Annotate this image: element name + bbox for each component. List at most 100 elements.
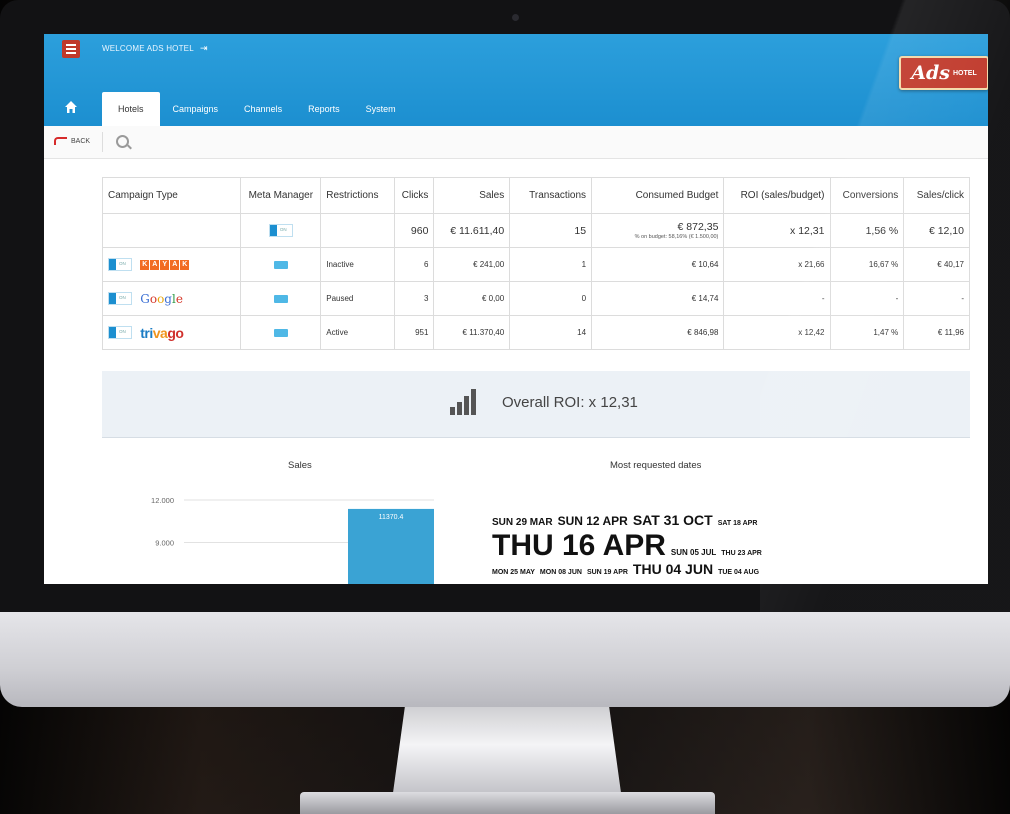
requested-date: MON 08 JUN <box>539 569 582 576</box>
back-label: BACK <box>71 137 91 145</box>
summary-meta-cell: ON <box>240 213 322 248</box>
back-button[interactable]: BACK <box>54 137 90 145</box>
keyboard-icon[interactable] <box>273 328 288 337</box>
sales-cell: € 11.370,40 <box>433 315 511 350</box>
transactions-cell: 1 <box>509 247 593 282</box>
summary-conversions: 1,56 % <box>829 213 905 248</box>
requested-date: SUN 29 MAR <box>492 517 553 528</box>
toolbar-divider <box>102 132 103 152</box>
meta-cell <box>240 281 322 316</box>
clicks-cell: 6 <box>394 247 435 282</box>
requested-date: SUN 05 JUL <box>670 548 717 557</box>
sales-click-cell: - <box>903 281 970 316</box>
transactions-cell: 14 <box>509 315 593 350</box>
main-tabs: Hotels Campaigns Channels Reports System <box>102 92 409 126</box>
sales-click-cell: € 11,96 <box>903 315 970 350</box>
table-header-row: Campaign Type Meta Manager Restrictions … <box>101 177 970 214</box>
search-icon[interactable] <box>116 135 129 148</box>
date-cloud-row: MON 25 MAY MON 08 JUN SUN 19 APR THU 04 JUN… <box>492 561 852 580</box>
tab-system[interactable]: System <box>353 92 409 126</box>
toggle-label: ON <box>119 261 126 266</box>
requested-date: THU 16 APR <box>492 529 666 562</box>
table-row: ON Google Paused 3 € 0,00 0 € 14,74 - - … <box>101 281 970 316</box>
roi-cell: x 21,66 <box>723 247 831 282</box>
ads-hotel-logo: Ads HOTEL <box>899 56 988 90</box>
kayak-letter: A <box>150 259 160 270</box>
camera-icon <box>512 14 519 21</box>
meta-manager-toggle[interactable]: ON <box>268 224 293 237</box>
roi-cell: x 12,42 <box>723 315 831 350</box>
channel-toggle[interactable]: ON <box>108 258 132 271</box>
meta-cell <box>240 315 322 350</box>
col-clicks[interactable]: Clicks <box>394 177 435 214</box>
bar-chart-icon <box>450 389 476 415</box>
welcome-text: WELCOME ADS HOTEL ⇥ <box>102 43 208 54</box>
logout-icon[interactable]: ⇥ <box>200 43 208 54</box>
tab-hotels[interactable]: Hotels <box>102 92 160 126</box>
summary-campaign-cell <box>101 213 242 248</box>
clicks-cell: 3 <box>394 281 435 316</box>
col-sales[interactable]: Sales <box>433 177 511 214</box>
requested-date: THU 23 APR <box>721 550 762 557</box>
requested-date: SAT 31 OCT <box>632 512 713 528</box>
back-arrow-icon <box>54 137 67 145</box>
requested-date: SUN 19 APR <box>586 569 628 576</box>
requested-date: MON 25 MAY <box>492 569 535 576</box>
requested-date: TUE 04 AUG <box>718 569 760 576</box>
logo-main-text: Ads <box>911 62 950 84</box>
sales-click-cell: € 40,17 <box>903 247 970 282</box>
summary-transactions: 15 <box>509 213 593 248</box>
y-tick-label: 12.000 <box>151 496 174 505</box>
bar-value-label: 11370.4 <box>379 514 404 521</box>
col-campaign-type[interactable]: Campaign Type <box>101 177 242 214</box>
tab-campaigns[interactable]: Campaigns <box>160 92 232 126</box>
conversions-cell: - <box>829 281 905 316</box>
kayak-logo: KAYAK <box>140 259 190 270</box>
sales-chart: 12.000 9.000 11370.4 <box>151 496 434 584</box>
trivago-channel-cell: ON trivago <box>101 315 242 350</box>
restriction-cell: Paused <box>320 281 396 316</box>
keyboard-icon[interactable] <box>273 294 288 303</box>
toggle-label: ON <box>119 329 126 334</box>
monitor-stand-base <box>300 792 715 814</box>
requested-date: SAT 18 APR <box>717 520 758 527</box>
tab-channels[interactable]: Channels <box>231 92 295 126</box>
summary-consumed-budget: € 872,35 % on budget: 58,16% (€ 1.500,00… <box>591 213 725 248</box>
col-transactions[interactable]: Transactions <box>509 177 593 214</box>
col-roi[interactable]: ROI (sales/budget) <box>723 177 831 214</box>
hamburger-menu-button[interactable] <box>62 40 80 58</box>
monitor-stand <box>392 700 622 800</box>
col-restrictions[interactable]: Restrictions <box>320 177 396 214</box>
restriction-cell: Active <box>320 315 396 350</box>
budget-note: % on budget: 58,16% (€ 1.500,00) <box>634 234 719 240</box>
channel-toggle[interactable]: ON <box>108 326 132 339</box>
col-meta-manager[interactable]: Meta Manager <box>240 177 322 214</box>
summary-sales: € 11.611,40 <box>433 213 511 248</box>
roi-cell: - <box>723 281 831 316</box>
col-consumed-budget[interactable]: Consumed Budget <box>591 177 725 214</box>
toggle-label: ON <box>279 227 287 232</box>
home-icon[interactable] <box>64 100 78 114</box>
logo-sub-text: HOTEL <box>953 69 977 77</box>
date-cloud-row: THU 16 APR SUN 05 JUL THU 23 APR <box>492 531 852 561</box>
table-row: ON KAYAK Inactive 6 € 241,00 1 € 10,64 x… <box>101 247 970 282</box>
kayak-letter: A <box>170 259 180 270</box>
clicks-cell: 951 <box>394 315 435 350</box>
keyboard-icon[interactable] <box>273 260 288 269</box>
consumed-budget-cell: € 14,74 <box>591 281 725 316</box>
trivago-logo: trivago <box>140 324 184 341</box>
requested-date: SUN 12 APR <box>557 514 628 528</box>
summary-restrictions-cell <box>320 213 396 248</box>
monitor-chin <box>0 610 1010 707</box>
requested-dates-cloud: SUN 29 MAR SUN 12 APR SAT 31 OCT SAT 18 APR… <box>492 512 852 580</box>
summary-clicks: 960 <box>394 213 435 248</box>
consumed-budget-cell: € 10,64 <box>591 247 725 282</box>
overall-roi-banner: Overall ROI: x 12,31 <box>102 371 970 438</box>
summary-sales-click: € 12,10 <box>903 213 970 248</box>
table-row: ON trivago Active 951 € 11.370,40 14 € 8… <box>101 315 970 350</box>
col-sales-click[interactable]: Sales/click <box>903 177 970 214</box>
conversions-cell: 16,67 % <box>829 247 905 282</box>
channel-toggle[interactable]: ON <box>108 292 132 305</box>
tab-reports[interactable]: Reports <box>295 92 353 126</box>
col-conversions[interactable]: Conversions <box>829 177 905 214</box>
